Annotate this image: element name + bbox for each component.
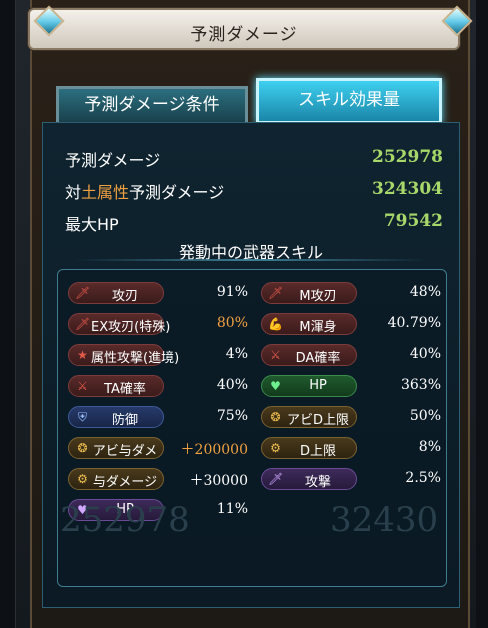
skill-pill: 🗡 M攻刃 — [261, 282, 357, 304]
double-slash-icon: ⚔ — [270, 348, 281, 362]
skill-item: ⚙ D上限 8% — [261, 437, 441, 461]
element-name: 土属性 — [81, 183, 130, 202]
skill-value: 2.5% — [405, 470, 441, 486]
skill-pill: 💪 M渾身 — [261, 313, 357, 335]
star-icon: ★ — [77, 348, 88, 362]
skill-value: ＋200000 — [180, 442, 248, 458]
skill-value: 4% — [225, 346, 248, 362]
skill-item: ♥ HP 363% — [261, 375, 441, 399]
predicted-damage-row: 予測ダメージ 252978 — [65, 145, 443, 173]
skill-item: ⚔ TA確率 40% — [68, 375, 248, 399]
left-sidebar — [0, 0, 16, 628]
tab-label: 予測ダメージ条件 — [84, 95, 220, 115]
skill-item: ⚔ DA確率 40% — [261, 344, 441, 368]
skill-pill: ❂ アビD上限 — [261, 406, 357, 428]
skill-value: 91% — [216, 284, 248, 300]
skill-value: 40% — [409, 346, 441, 362]
sword-icon: 🗡 — [268, 286, 284, 300]
skill-pill: ⚙ D上限 — [261, 437, 357, 459]
skill-pill: ⛨ 防御 — [68, 406, 164, 428]
skill-pill: 🗡 攻撃 — [261, 468, 357, 490]
predicted-damage-value: 252978 — [372, 147, 443, 167]
skill-value: 48% — [409, 284, 441, 300]
vs-element-damage-row: 対土属性予測ダメージ 324304 — [65, 177, 443, 205]
skill-item: ❂ アビ与ダメ ＋200000 — [68, 437, 248, 461]
vs-element-damage-value: 324304 — [372, 179, 443, 199]
skill-pill: ♥ HP — [261, 375, 357, 397]
skill-name: EX攻刃(特殊) — [91, 320, 171, 335]
skill-name: M渾身 — [299, 320, 337, 335]
skill-item: ❂ アビD上限 50% — [261, 406, 441, 430]
skill-pill: ★ 属性攻撃(進境) — [68, 344, 180, 366]
max-hp-label: 最大HP — [65, 215, 119, 234]
screen: 予測ダメージ 予測ダメージ条件 スキル効果量 予測ダメージ 252978 対土属… — [0, 0, 488, 628]
skill-value: 40.79% — [387, 315, 441, 331]
skill-value: 50% — [409, 408, 441, 424]
purple-sword-icon: 🗡 — [268, 472, 284, 486]
skill-value: ＋30000 — [189, 473, 248, 489]
skill-item: ⛨ 防御 75% — [68, 406, 248, 430]
skill-pill: ⚙ 与ダメージ — [68, 468, 164, 490]
skill-name: D上限 — [299, 444, 336, 459]
title-bar: 予測ダメージ — [28, 8, 460, 50]
skill-pill: ⚔ DA確率 — [261, 344, 357, 366]
max-hp-value: 79542 — [383, 211, 443, 231]
heart-icon: ♥ — [270, 379, 281, 393]
skill-name: 攻撃 — [304, 475, 331, 490]
skill-pill: ⚔ TA確率 — [68, 375, 164, 397]
skill-item: 💪 M渾身 40.79% — [261, 313, 441, 337]
skill-name: DA確率 — [295, 351, 341, 366]
predicted-damage-label: 予測ダメージ — [65, 151, 161, 170]
ability-icon: ❂ — [270, 410, 281, 424]
skill-item: 🗡 攻撃 2.5% — [261, 468, 441, 492]
section-divider — [73, 259, 429, 261]
gear-icon: ⚙ — [270, 441, 281, 455]
tab-predicted-conditions[interactable]: 予測ダメージ条件 — [56, 86, 248, 126]
skill-name: 属性攻撃(進境) — [91, 351, 180, 366]
skill-pill: ❂ アビ与ダメ — [68, 437, 164, 459]
right-sidebar — [476, 0, 488, 628]
triple-slash-icon: ⚔ — [77, 379, 88, 393]
vs-element-damage-label: 対土属性予測ダメージ — [65, 183, 225, 202]
shield-icon: ⛨ — [77, 410, 87, 424]
background-number: 252978 — [60, 500, 190, 540]
skill-value: 11% — [216, 501, 248, 517]
skill-item: 🗡 攻刃 91% — [68, 282, 248, 306]
skill-name: 攻刃 — [111, 289, 138, 304]
skill-item: 🗡 M攻刃 48% — [261, 282, 441, 306]
skill-name: 与ダメージ — [92, 475, 158, 490]
max-hp-row: 最大HP 79542 — [65, 209, 443, 237]
skill-name: アビD上限 — [286, 413, 349, 428]
skill-item: 🗡 EX攻刃(特殊) 80% — [68, 313, 248, 337]
tab-skill-effects[interactable]: スキル効果量 — [256, 78, 442, 124]
skill-item: ⚙ 与ダメージ ＋30000 — [68, 468, 248, 492]
arm-icon: 💪 — [268, 317, 283, 331]
dialog-title: 予測ダメージ — [190, 25, 298, 45]
tab-label: スキル効果量 — [298, 90, 400, 110]
skill-value: 363% — [400, 377, 441, 393]
skill-name: アビ与ダメ — [92, 444, 158, 459]
skill-pill: 🗡 EX攻刃(特殊) — [68, 313, 171, 335]
skill-value: 8% — [418, 439, 441, 455]
skill-value: 80% — [216, 315, 248, 331]
skill-name: HP — [309, 378, 327, 393]
skill-name: 防御 — [111, 413, 138, 428]
background-number: 32430 — [330, 500, 439, 540]
gear-icon: ⚙ — [77, 472, 88, 486]
skill-name: M攻刃 — [299, 289, 337, 304]
skill-item: ★ 属性攻撃(進境) 4% — [68, 344, 248, 368]
sword-icon: 🗡 — [75, 317, 91, 331]
sword-icon: 🗡 — [75, 286, 91, 300]
skill-value: 40% — [216, 377, 248, 393]
skill-value: 75% — [216, 408, 248, 424]
skill-pill: 🗡 攻刃 — [68, 282, 164, 304]
ability-icon: ❂ — [77, 441, 88, 455]
skill-name: TA確率 — [104, 382, 146, 397]
